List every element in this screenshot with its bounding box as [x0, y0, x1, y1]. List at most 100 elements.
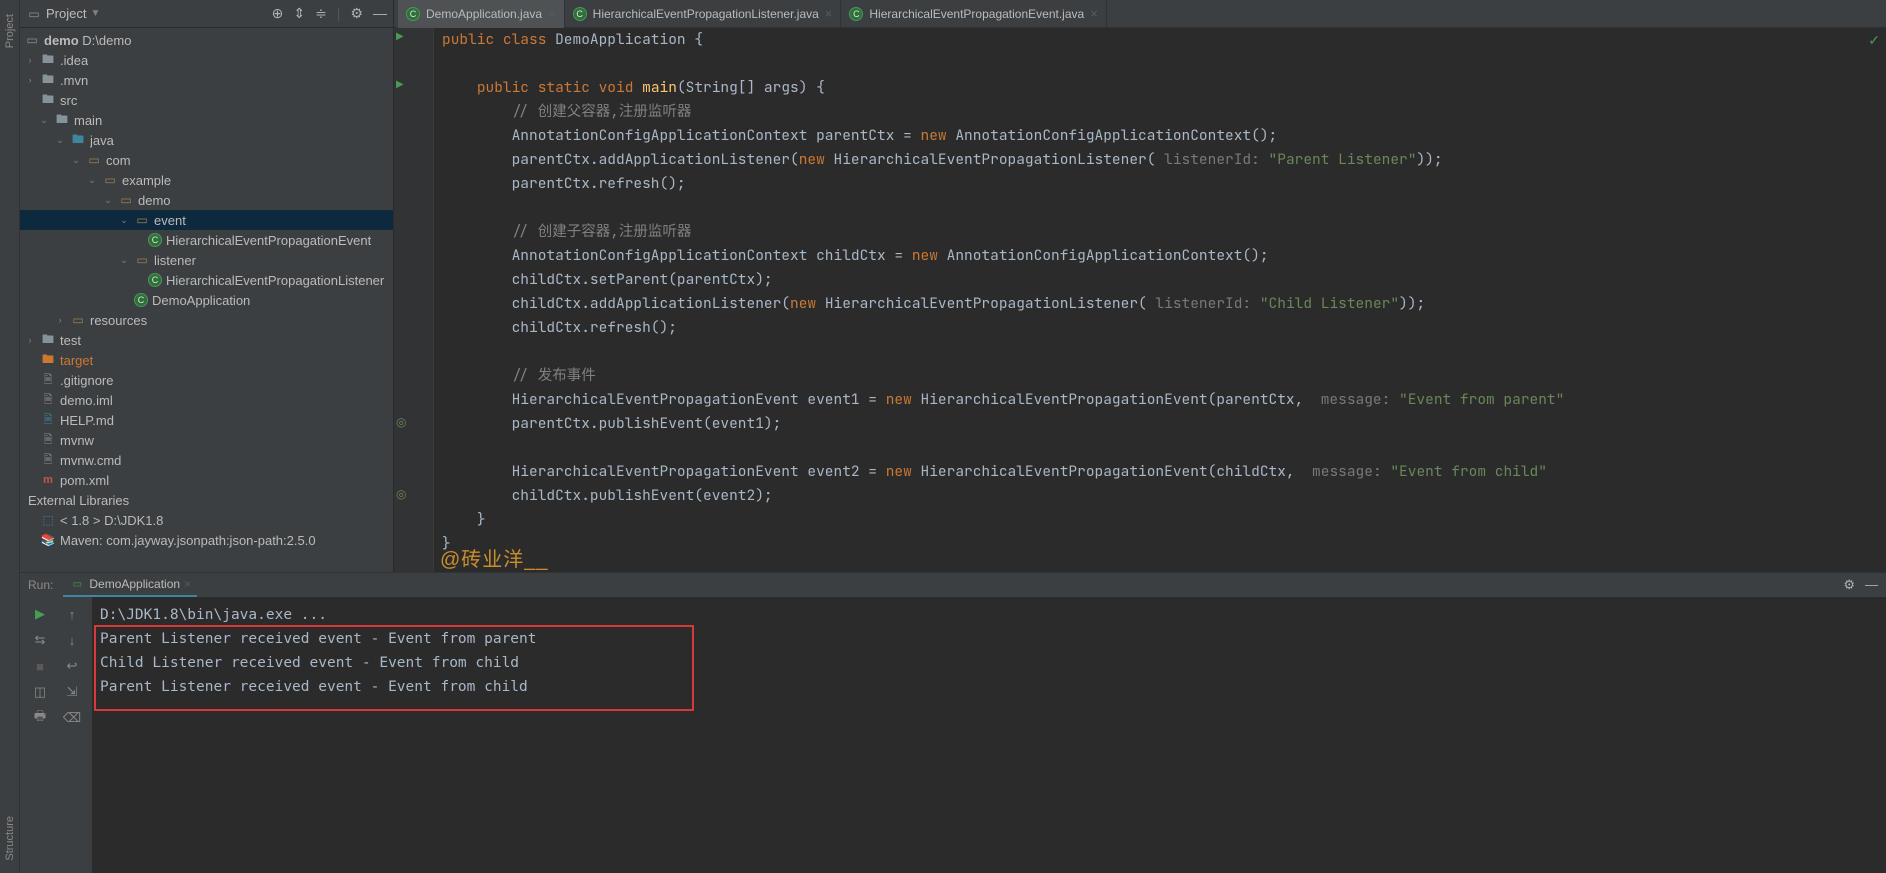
- file-icon: 🗎: [40, 432, 56, 448]
- print-icon[interactable]: 🖶: [28, 707, 52, 729]
- filter-icon[interactable]: ⇆: [28, 629, 52, 651]
- locate-icon[interactable]: ⊕: [272, 5, 284, 22]
- editor-gutter[interactable]: ▶ ▶ ◎ ◎: [394, 28, 434, 572]
- project-tree[interactable]: ▭ demo D:\demo ›🖿.idea ›🖿.mvn 🖿src ⌄🖿mai…: [20, 28, 393, 572]
- rerun-icon[interactable]: ▶: [28, 603, 52, 625]
- gear-icon[interactable]: ⚙: [350, 5, 363, 22]
- file-icon: 🗎: [40, 372, 56, 388]
- tree-item[interactable]: ⌄▭demo: [20, 190, 393, 210]
- source-folder-icon: 🖿: [70, 132, 86, 148]
- package-icon: ▭: [134, 212, 150, 228]
- folder-icon: 🖿: [40, 52, 56, 68]
- divider-icon: |: [337, 5, 341, 22]
- package-icon: ▭: [118, 192, 134, 208]
- close-icon[interactable]: ×: [184, 577, 191, 591]
- stop-icon[interactable]: ■: [28, 655, 52, 677]
- tree-item[interactable]: mpom.xml: [20, 470, 393, 490]
- tree-item[interactable]: ›🖿.idea: [20, 50, 393, 70]
- project-icon: ▭: [26, 6, 42, 22]
- maven-icon: m: [40, 472, 56, 488]
- bean-icon[interactable]: ◎: [396, 487, 406, 501]
- tree-item[interactable]: 📚Maven: com.jayway.jsonpath:json-path:2.…: [20, 530, 393, 550]
- run-label: Run:: [28, 578, 53, 592]
- class-icon: C: [148, 233, 162, 247]
- class-icon: C: [406, 7, 420, 21]
- bean-icon[interactable]: ◎: [396, 415, 406, 429]
- folder-icon: 🖿: [40, 332, 56, 348]
- tree-item[interactable]: CHierarchicalEventPropagationListener: [20, 270, 393, 290]
- softwrap-icon[interactable]: ↩: [60, 655, 84, 677]
- tree-item[interactable]: CHierarchicalEventPropagationEvent: [20, 230, 393, 250]
- tree-item[interactable]: 🗎mvnw: [20, 430, 393, 450]
- sidebar-title[interactable]: Project ▼: [46, 6, 100, 21]
- tree-item[interactable]: 🖿target: [20, 350, 393, 370]
- editor-area: C DemoApplication.java × C HierarchicalE…: [394, 0, 1886, 572]
- console-line: Parent Listener received event - Event f…: [100, 627, 1878, 651]
- left-tool-gutter: Project Structure: [0, 0, 20, 873]
- close-icon[interactable]: ×: [825, 6, 833, 21]
- run-main-icon[interactable]: ▶: [396, 79, 404, 90]
- down-icon[interactable]: ↓: [60, 629, 84, 651]
- run-header: Run: ▭ DemoApplication × ⚙ —: [20, 573, 1886, 597]
- resources-icon: ▭: [70, 312, 86, 328]
- tree-root[interactable]: ▭ demo D:\demo: [20, 30, 393, 50]
- tab-listener[interactable]: C HierarchicalEventPropagationListener.j…: [565, 0, 842, 28]
- run-toolbar: ▶ ↑ ⇆ ↓ ■ ↩ ◫ ⇲ 🖶 ⌫: [20, 597, 92, 873]
- tree-item[interactable]: ⌄▭example: [20, 170, 393, 190]
- tree-item[interactable]: ›▭resources: [20, 310, 393, 330]
- tree-item[interactable]: External Libraries: [20, 490, 393, 510]
- tree-item[interactable]: ⌄▭listener: [20, 250, 393, 270]
- tab-demoapplication[interactable]: C DemoApplication.java ×: [398, 0, 565, 28]
- console-line: Parent Listener received event - Event f…: [100, 675, 1878, 699]
- tree-item[interactable]: 🗎demo.iml: [20, 390, 393, 410]
- tree-item[interactable]: ›🖿test: [20, 330, 393, 350]
- tree-item[interactable]: ›🖿.mvn: [20, 70, 393, 90]
- up-icon[interactable]: ↑: [60, 603, 84, 625]
- gear-icon[interactable]: ⚙: [1843, 577, 1855, 593]
- tree-item[interactable]: 🗎.gitignore: [20, 370, 393, 390]
- scroll-icon[interactable]: ⇲: [60, 681, 84, 703]
- close-icon[interactable]: ×: [1090, 6, 1098, 21]
- tree-item[interactable]: 🖿src: [20, 90, 393, 110]
- tree-item[interactable]: ⬚< 1.8 > D:\JDK1.8: [20, 510, 393, 530]
- tree-item[interactable]: 🗎mvnw.cmd: [20, 450, 393, 470]
- collapse-icon[interactable]: ≑: [315, 5, 327, 22]
- inspection-ok-icon[interactable]: ✓: [1868, 32, 1880, 49]
- hide-icon[interactable]: —: [373, 5, 387, 22]
- folder-icon: 🖿: [40, 92, 56, 108]
- console-line: Child Listener received event - Event fr…: [100, 651, 1878, 675]
- target-folder-icon: 🖿: [40, 352, 56, 368]
- class-icon: C: [573, 7, 587, 21]
- class-icon: C: [148, 273, 162, 287]
- tree-item[interactable]: 🗎HELP.md: [20, 410, 393, 430]
- folder-icon: 🖿: [40, 72, 56, 88]
- package-icon: ▭: [102, 172, 118, 188]
- clear-icon[interactable]: ⌫: [60, 707, 84, 729]
- project-tool-label[interactable]: Project: [4, 14, 16, 48]
- run-class-icon[interactable]: ▶: [396, 31, 404, 42]
- console-line: D:\JDK1.8\bin\java.exe ...: [100, 603, 1878, 627]
- sidebar-header: ▭ Project ▼ ⊕ ⇕ ≑ | ⚙ —: [20, 0, 393, 28]
- watermark: @砖业洋__: [440, 543, 549, 572]
- console-output[interactable]: D:\JDK1.8\bin\java.exe ... Parent Listen…: [92, 597, 1886, 873]
- layout-icon[interactable]: ◫: [28, 681, 52, 703]
- file-icon: 🗎: [40, 452, 56, 468]
- module-icon: ▭: [24, 32, 40, 48]
- class-icon: C: [849, 7, 863, 21]
- tree-item[interactable]: ⌄▭com: [20, 150, 393, 170]
- tree-item[interactable]: ⌄🖿java: [20, 130, 393, 150]
- close-icon[interactable]: ×: [548, 6, 556, 21]
- tree-item-selected[interactable]: ⌄▭event: [20, 210, 393, 230]
- package-icon: ▭: [86, 152, 102, 168]
- folder-icon: 🖿: [54, 112, 70, 128]
- dropdown-arrow-icon: ▼: [90, 8, 100, 19]
- hide-icon[interactable]: —: [1865, 577, 1878, 593]
- code-editor[interactable]: public class DemoApplication { public st…: [434, 28, 1886, 556]
- run-config-icon: ▭: [69, 576, 85, 592]
- run-tab[interactable]: ▭ DemoApplication ×: [63, 573, 197, 597]
- expand-icon[interactable]: ⇕: [293, 5, 305, 22]
- structure-tool-label[interactable]: Structure: [4, 816, 16, 861]
- tree-item[interactable]: CDemoApplication: [20, 290, 393, 310]
- tree-item[interactable]: ⌄🖿main: [20, 110, 393, 130]
- tab-event[interactable]: C HierarchicalEventPropagationEvent.java…: [841, 0, 1106, 28]
